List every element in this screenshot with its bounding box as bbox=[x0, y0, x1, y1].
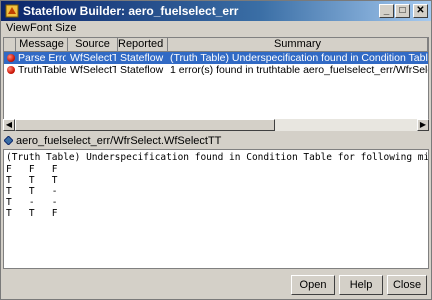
details-line: T T - bbox=[6, 186, 58, 197]
row-summary: 1 error(s) found in truthtable aero_fuel… bbox=[170, 64, 428, 76]
close-button[interactable]: Close bbox=[387, 275, 427, 295]
menu-view[interactable]: View bbox=[6, 22, 30, 34]
stateflow-app-icon bbox=[5, 4, 19, 18]
error-icon bbox=[7, 66, 15, 74]
selected-object-path: aero_fuelselect_err/WfrSelect.WfSelectTT bbox=[3, 134, 429, 148]
open-button[interactable]: Open bbox=[291, 275, 335, 295]
minimize-button[interactable]: _ bbox=[379, 4, 394, 18]
header-summary[interactable]: Summary bbox=[168, 38, 428, 52]
details-line: T - - bbox=[6, 197, 58, 208]
header-icon-column[interactable] bbox=[4, 38, 16, 52]
row-message: TruthTable ... bbox=[18, 64, 66, 76]
details-line: T T F bbox=[6, 208, 58, 219]
stateflow-builder-window: Stateflow Builder: aero_fuelselect_err _… bbox=[0, 0, 432, 300]
row-reported: Stateflow bbox=[120, 64, 164, 76]
window-title: Stateflow Builder: aero_fuelselect_err bbox=[23, 4, 239, 18]
scroll-right-icon[interactable]: ▶ bbox=[417, 119, 429, 131]
details-line: F F F bbox=[6, 164, 58, 175]
error-icon bbox=[7, 54, 15, 62]
details-line: T T T bbox=[6, 175, 58, 186]
header-message[interactable]: Message bbox=[16, 38, 68, 52]
scroll-thumb[interactable] bbox=[15, 119, 275, 131]
horizontal-scrollbar[interactable]: ◀ ▶ bbox=[3, 119, 429, 131]
row-message: Parse Error bbox=[18, 52, 66, 64]
menu-bar: View Font Size bbox=[1, 21, 431, 37]
row-source: WfSelectTT bbox=[70, 64, 116, 76]
title-bar[interactable]: Stateflow Builder: aero_fuelselect_err _… bbox=[1, 1, 431, 21]
row-summary: (Truth Table) Underspecification found i… bbox=[170, 52, 428, 64]
menu-font-size[interactable]: Font Size bbox=[30, 22, 76, 34]
message-table: Message Source Reported ... Summary Pars… bbox=[3, 37, 429, 129]
row-source: WfSelectTT bbox=[70, 52, 116, 64]
table-row[interactable]: TruthTable ... WfSelectTT Stateflow 1 er… bbox=[4, 64, 428, 76]
close-window-button[interactable]: ✕ bbox=[413, 4, 428, 18]
details-line: (Truth Table) Underspecification found i… bbox=[6, 152, 429, 163]
table-row[interactable]: Parse Error WfSelectTT Stateflow (Truth … bbox=[4, 52, 428, 64]
diamond-link-icon bbox=[4, 136, 13, 145]
help-button[interactable]: Help bbox=[339, 275, 383, 295]
path-link[interactable]: aero_fuelselect_err/WfrSelect.WfSelectTT bbox=[16, 135, 221, 147]
scroll-left-icon[interactable]: ◀ bbox=[3, 119, 15, 131]
maximize-button[interactable]: □ bbox=[395, 4, 410, 18]
message-details-pane: (Truth Table) Underspecification found i… bbox=[3, 149, 429, 269]
header-source[interactable]: Source bbox=[68, 38, 118, 52]
header-reported[interactable]: Reported ... bbox=[118, 38, 168, 52]
row-reported: Stateflow bbox=[120, 52, 164, 64]
